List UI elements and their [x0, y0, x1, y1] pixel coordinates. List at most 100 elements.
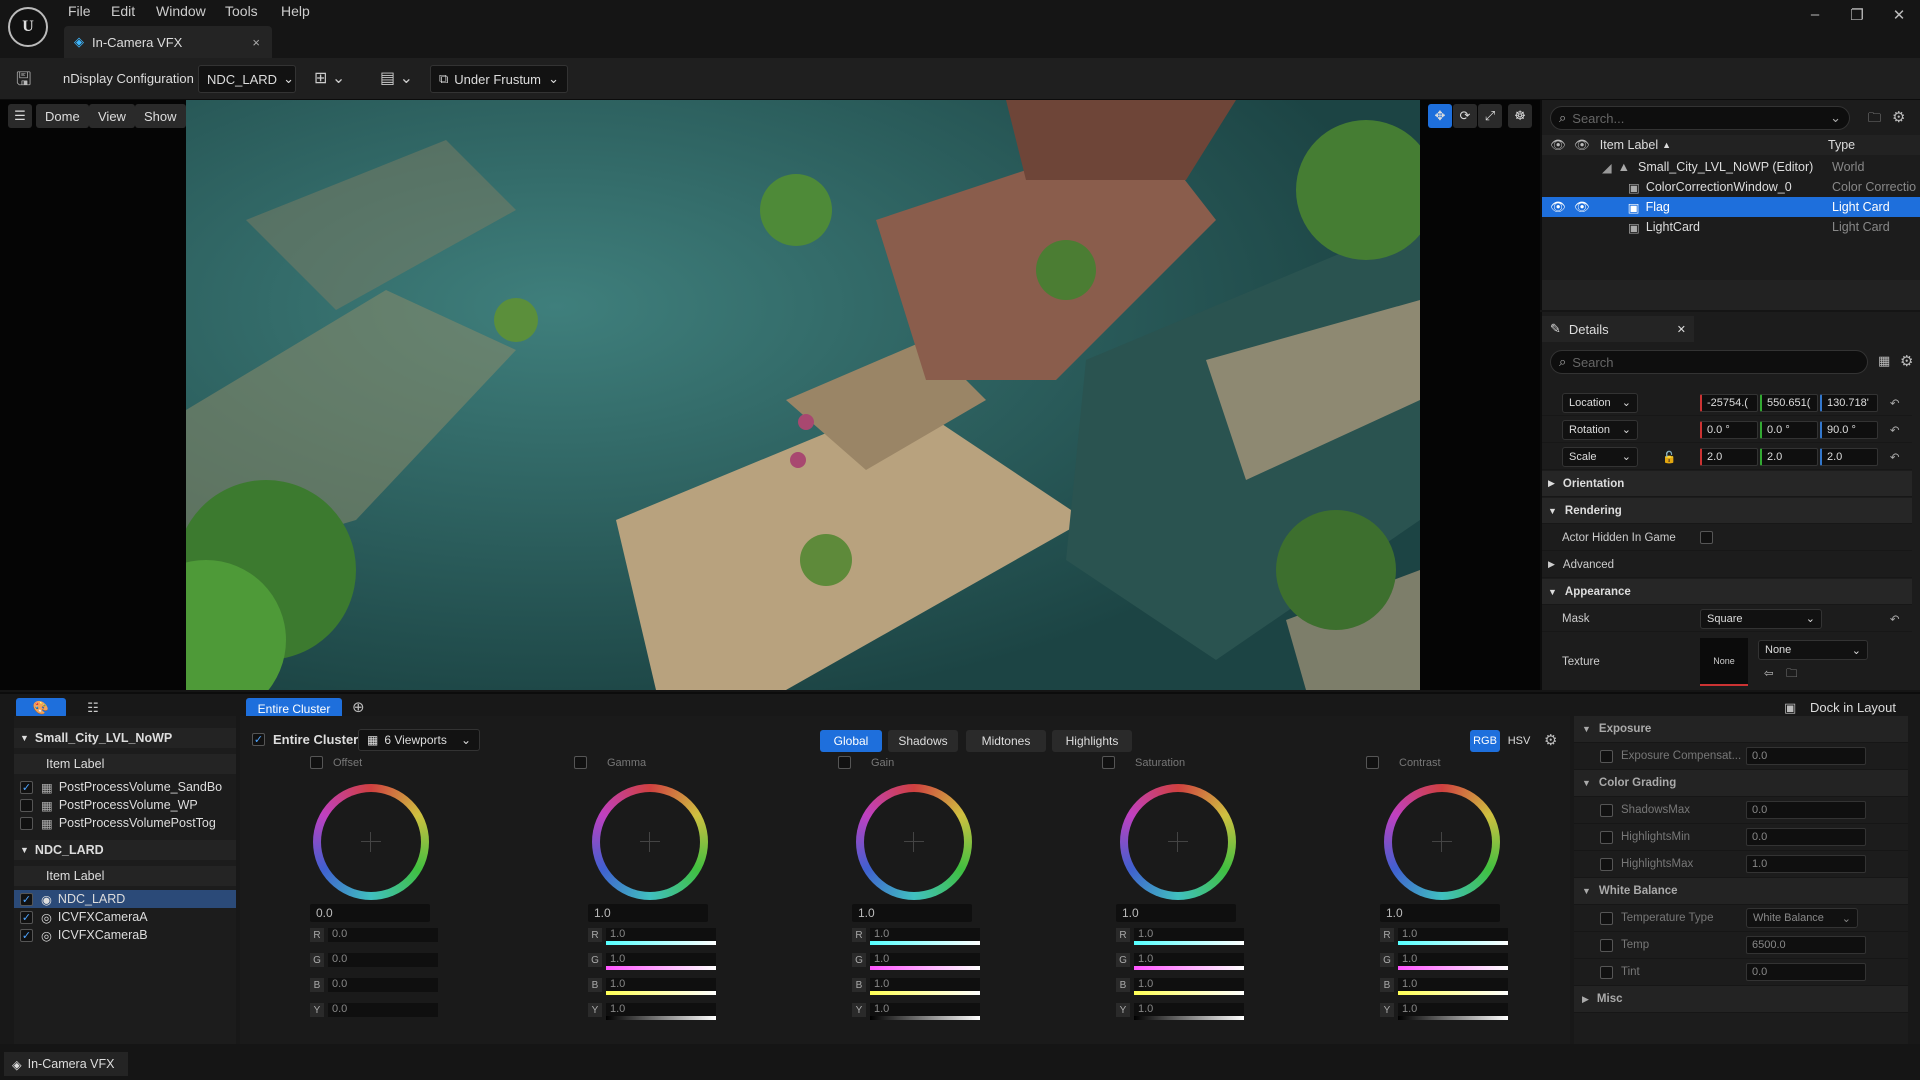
scale-tool-icon[interactable]: ⤢: [1478, 104, 1502, 128]
viewports-dropdown[interactable]: ▦ 6 Viewports ⌄: [358, 729, 480, 751]
visibility-icon[interactable]: 👁: [1550, 200, 1566, 215]
highlights-max-field[interactable]: 1.0: [1746, 855, 1866, 873]
channel-y-slider[interactable]: 1.0: [606, 1003, 716, 1020]
rotation-y-field[interactable]: 0.0 °: [1760, 420, 1818, 439]
section-color-grading[interactable]: ▼ Color Grading: [1574, 770, 1908, 797]
rotate-tool-icon[interactable]: ⟳: [1453, 104, 1477, 128]
minimize-button[interactable]: –: [1800, 6, 1830, 28]
viewport-scene[interactable]: [186, 100, 1420, 690]
enable-checkbox[interactable]: [20, 798, 33, 812]
frustum-dropdown[interactable]: ⧉ Under Frustum ⌄: [430, 65, 568, 93]
section-exposure[interactable]: ▼ Exposure: [1574, 716, 1908, 743]
group-header[interactable]: ▼ Small_City_LVL_NoWP: [14, 728, 236, 748]
layout-icon[interactable]: ▤ ⌄: [380, 68, 413, 88]
hsv-toggle[interactable]: HSV: [1504, 730, 1534, 752]
visibility-icon[interactable]: 👁: [1574, 200, 1590, 215]
menu-window[interactable]: Window: [156, 3, 206, 19]
outliner-row-selected[interactable]: 👁 👁 ▣ Flag Light Card: [1542, 197, 1920, 217]
channel-b-slider[interactable]: 1.0: [1134, 978, 1244, 995]
section-advanced[interactable]: ▶ Advanced: [1542, 552, 1912, 578]
move-tool-icon[interactable]: ✥: [1428, 104, 1452, 128]
rotation-dropdown[interactable]: Rotation ⌄: [1562, 419, 1638, 440]
override-checkbox[interactable]: [838, 756, 851, 769]
group-header[interactable]: ▼ NDC_LARD: [14, 840, 236, 860]
channel-y-slider[interactable]: 0.0: [328, 1003, 438, 1017]
actor-hidden-checkbox[interactable]: [1700, 531, 1713, 544]
folder-add-icon[interactable]: 🗀: [1868, 109, 1881, 131]
temp-type-dropdown[interactable]: White Balance ⌄: [1746, 908, 1858, 928]
shadows-max-field[interactable]: 0.0: [1746, 801, 1866, 819]
status-tab[interactable]: ◈ In-Camera VFX: [4, 1052, 128, 1076]
add-circle-icon[interactable]: ⊕: [352, 698, 365, 716]
tab-shadows[interactable]: Shadows: [888, 730, 958, 752]
outliner-search-input[interactable]: ⌕ Search... ⌄: [1550, 106, 1850, 130]
restore-button[interactable]: ❐: [1842, 6, 1872, 28]
override-checkbox[interactable]: [310, 756, 323, 769]
reset-icon[interactable]: ↶: [1890, 396, 1900, 410]
viewport-menu-icon[interactable]: ☰: [8, 104, 32, 128]
reset-icon[interactable]: ↶: [1890, 423, 1900, 437]
override-checkbox[interactable]: [1600, 911, 1613, 925]
wheel-value-field[interactable]: 1.0: [588, 904, 708, 922]
details-search-input[interactable]: ⌕ Search: [1550, 350, 1868, 374]
camera-speed-icon[interactable]: ☸: [1508, 104, 1532, 128]
channel-r-slider[interactable]: 1.0: [606, 928, 716, 945]
browse-icon[interactable]: 🗀: [1786, 666, 1798, 685]
menu-file[interactable]: File: [68, 3, 91, 19]
color-wheel[interactable]: [313, 784, 429, 900]
scale-dropdown[interactable]: Scale ⌄: [1562, 446, 1638, 467]
mask-dropdown[interactable]: Square ⌄: [1700, 608, 1822, 629]
override-checkbox[interactable]: [1600, 857, 1613, 871]
list-item[interactable]: ✓ ◎ ICVFXCameraB: [14, 926, 236, 944]
channel-g-slider[interactable]: 1.0: [1134, 953, 1244, 970]
dome-button[interactable]: Dome: [36, 104, 89, 128]
column-type[interactable]: Type: [1828, 138, 1855, 152]
wheel-value-field[interactable]: 1.0: [1380, 904, 1500, 922]
list-item-selected[interactable]: ✓ ◉ NDC_LARD: [14, 890, 236, 908]
channel-g-slider[interactable]: 0.0: [328, 953, 438, 967]
show-button[interactable]: Show: [135, 104, 186, 128]
config-dropdown[interactable]: NDC_LARD ⌄: [198, 65, 296, 93]
section-orientation[interactable]: ▶ Orientation: [1542, 471, 1912, 497]
details-tab[interactable]: ✎ Details ✕: [1542, 316, 1694, 342]
tab-in-camera-vfx[interactable]: ◈ In-Camera VFX ×: [64, 26, 272, 58]
reset-icon[interactable]: ↶: [1890, 612, 1900, 626]
override-checkbox[interactable]: [1600, 938, 1613, 952]
channel-r-slider[interactable]: 1.0: [870, 928, 980, 945]
color-grading-mode-icon[interactable]: 🎨: [16, 698, 66, 718]
settings-gear-icon[interactable]: ⚙: [1900, 352, 1913, 370]
override-checkbox[interactable]: [574, 756, 587, 769]
override-checkbox[interactable]: [1102, 756, 1115, 769]
wheel-value-field[interactable]: 1.0: [852, 904, 972, 922]
enable-checkbox[interactable]: [20, 816, 33, 830]
location-z-field[interactable]: 130.718': [1820, 393, 1878, 412]
enable-checkbox[interactable]: ✓: [20, 910, 33, 924]
override-checkbox[interactable]: [1600, 749, 1613, 763]
override-checkbox[interactable]: [1600, 803, 1613, 817]
channel-r-slider[interactable]: 0.0: [328, 928, 438, 942]
section-rendering[interactable]: ▼ Rendering: [1542, 498, 1912, 524]
temp-field[interactable]: 6500.0: [1746, 936, 1866, 954]
list-item[interactable]: ▦ PostProcessVolume_WP: [14, 796, 236, 814]
wheel-value-field[interactable]: 0.0: [310, 904, 430, 922]
location-x-field[interactable]: -25754.(: [1700, 393, 1758, 412]
channel-g-slider[interactable]: 1.0: [870, 953, 980, 970]
texture-dropdown[interactable]: None ⌄: [1758, 640, 1868, 660]
tab-global[interactable]: Global: [820, 730, 882, 752]
location-y-field[interactable]: 550.651(: [1760, 393, 1818, 412]
channel-b-slider[interactable]: 1.0: [870, 978, 980, 995]
column-item-label[interactable]: Item Label: [1600, 138, 1658, 152]
channel-y-slider[interactable]: 1.0: [1134, 1003, 1244, 1020]
entire-cluster-checkbox[interactable]: ✓: [252, 733, 265, 746]
enable-checkbox[interactable]: ✓: [20, 780, 33, 794]
scale-z-field[interactable]: 2.0: [1820, 447, 1878, 466]
tint-field[interactable]: 0.0: [1746, 963, 1866, 981]
texture-thumbnail[interactable]: None: [1700, 638, 1748, 686]
close-icon[interactable]: ✕: [1677, 323, 1686, 336]
outliner-row[interactable]: ▣ ColorCorrectionWindow_0 Color Correcti…: [1542, 177, 1920, 197]
color-wheel[interactable]: [856, 784, 972, 900]
color-wheel[interactable]: [1384, 784, 1500, 900]
channel-g-slider[interactable]: 1.0: [1398, 953, 1508, 970]
override-checkbox[interactable]: [1600, 965, 1613, 979]
rgb-toggle[interactable]: RGB: [1470, 730, 1500, 752]
